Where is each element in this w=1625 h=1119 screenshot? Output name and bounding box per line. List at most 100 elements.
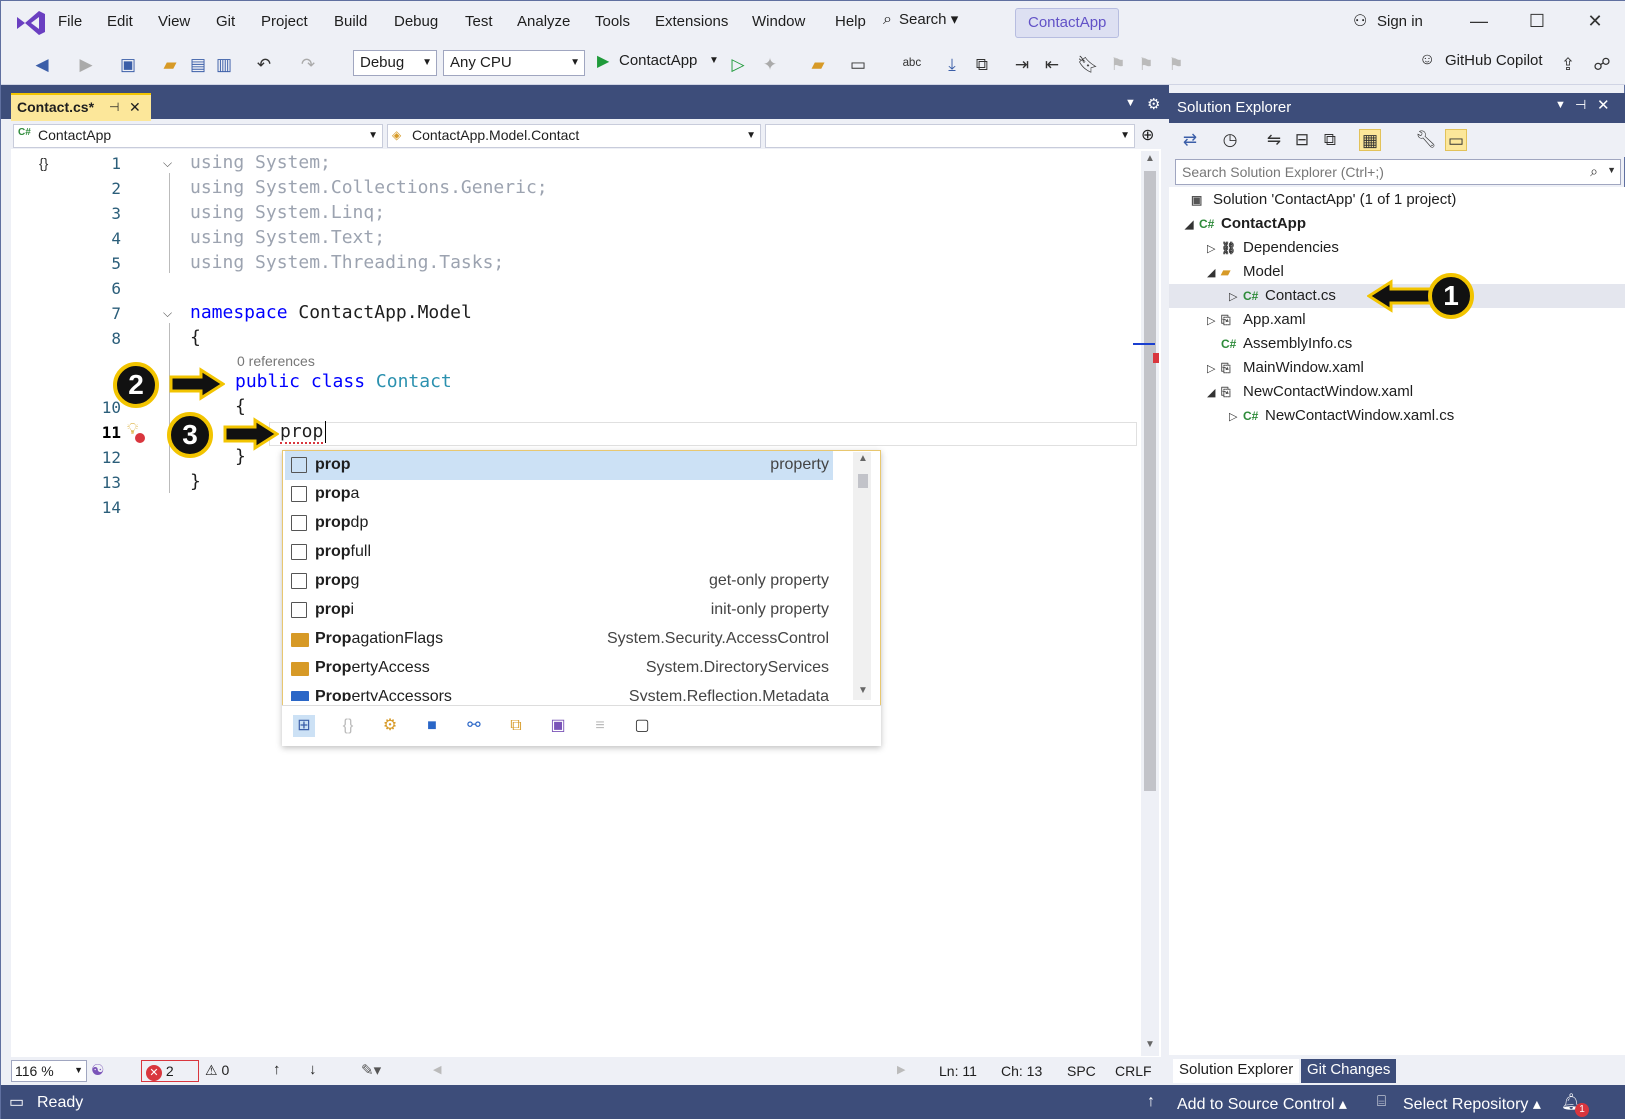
next-issue-icon[interactable]: ↓: [309, 1061, 317, 1078]
menu-help[interactable]: Help: [835, 13, 866, 30]
preview-icon[interactable]: ▭: [1445, 129, 1467, 151]
pin-icon[interactable]: ⊣: [109, 100, 119, 114]
output-icon[interactable]: ▭: [9, 1092, 24, 1112]
solution-explorer-search[interactable]: Search Solution Explorer (Ctrl+;) ⌕ ▼: [1175, 159, 1621, 185]
save-all-icon[interactable]: ▥: [213, 54, 235, 76]
open-file-icon[interactable]: ▰: [159, 54, 181, 76]
menu-debug[interactable]: Debug: [394, 13, 438, 30]
new-project-icon[interactable]: ▣: [117, 54, 139, 76]
menu-file[interactable]: File: [58, 13, 82, 30]
collapsed-icon[interactable]: ▷: [1207, 309, 1221, 333]
menu-test[interactable]: Test: [465, 13, 493, 30]
redo-icon[interactable]: ↷: [297, 54, 319, 76]
zoom-dropdown[interactable]: 116 % ▼: [11, 1060, 87, 1082]
maximize-icon[interactable]: ☐: [1523, 11, 1551, 35]
struct-filter-icon[interactable]: ■: [421, 715, 443, 737]
codelens-references[interactable]: 0 references: [237, 353, 315, 369]
preview-selected-icon[interactable]: ▦: [1359, 129, 1381, 151]
completion-item[interactable]: PropertyAccessors System.Reflection.Metad…: [285, 683, 833, 701]
tree-item-newcontactwindow[interactable]: ◢ ⎘ NewContactWindow.xaml: [1207, 380, 1413, 404]
panel-menu-icon[interactable]: ▼: [1555, 99, 1566, 111]
spell-check-icon[interactable]: ᵃᵇᶜ: [901, 54, 923, 76]
completion-item[interactable]: propg get-only property: [285, 567, 833, 596]
line-ending-indicator[interactable]: CRLF: [1115, 1063, 1152, 1079]
scroll-left-icon[interactable]: ◀: [433, 1063, 441, 1076]
menu-edit[interactable]: Edit: [107, 13, 133, 30]
member-dropdown[interactable]: ▼: [765, 124, 1135, 148]
browse-icon[interactable]: ▰: [807, 54, 829, 76]
platform-dropdown[interactable]: Any CPU ▼: [443, 50, 585, 76]
properties-icon[interactable]: 🔧︎: [1415, 129, 1437, 151]
code-cleanup-icon[interactable]: ✎▾: [361, 1061, 381, 1079]
collapsed-icon[interactable]: ▷: [1207, 237, 1221, 261]
expanded-icon[interactable]: ◢: [1207, 381, 1221, 405]
tree-item-assemblyinfo[interactable]: C# AssemblyInfo.cs: [1221, 332, 1352, 356]
completion-item[interactable]: propfull: [285, 538, 833, 567]
completion-item[interactable]: propi init-only property: [285, 596, 833, 625]
collapse-icon[interactable]: ⌵: [163, 306, 172, 321]
completion-item[interactable]: PropertyAccess System.DirectoryServices: [285, 654, 833, 683]
bookmark-icon[interactable]: 🔖︎: [1077, 54, 1099, 76]
namespace-filter-icon[interactable]: {}: [337, 715, 359, 737]
compare-icon[interactable]: ⧉: [971, 54, 993, 76]
scroll-down-icon[interactable]: ▼: [858, 685, 868, 696]
type-dropdown[interactable]: ◈ ContactApp.Model.Contact ▼: [387, 124, 761, 148]
class-filter-icon[interactable]: ⚙: [379, 715, 401, 737]
completion-item[interactable]: propa: [285, 480, 833, 509]
interface-filter-icon[interactable]: ⚯: [463, 715, 485, 737]
collapse-all-icon[interactable]: ⊟: [1291, 129, 1313, 151]
expanded-icon[interactable]: ◢: [1207, 261, 1221, 285]
clear-bookmark-icon[interactable]: ⚑: [1165, 54, 1187, 76]
pending-changes-filter-icon[interactable]: ◷: [1219, 129, 1241, 151]
tree-item-newcontactwindow-cs[interactable]: ▷ C# NewContactWindow.xaml.cs: [1229, 404, 1454, 428]
collapsed-icon[interactable]: ▷: [1207, 357, 1221, 381]
collapsed-icon[interactable]: ▷: [1229, 405, 1243, 429]
warnings-indicator[interactable]: ⚠ 0: [205, 1062, 229, 1079]
save-icon[interactable]: ▤: [187, 54, 209, 76]
minimize-icon[interactable]: —: [1465, 11, 1493, 35]
tree-item-model-folder[interactable]: ◢ ▰ Model: [1207, 260, 1284, 284]
close-window-icon[interactable]: ✕: [1581, 11, 1609, 35]
undo-icon[interactable]: ↶: [253, 54, 275, 76]
expander-filter-icon[interactable]: ⊞: [293, 715, 315, 737]
close-tab-icon[interactable]: ✕: [129, 99, 141, 116]
intellicode-icon[interactable]: ☯: [91, 1061, 104, 1079]
menu-git[interactable]: Git: [216, 13, 235, 30]
back-icon[interactable]: ◀: [31, 54, 53, 76]
menu-tools[interactable]: Tools: [595, 13, 630, 30]
step-icon[interactable]: ⤓: [941, 54, 963, 76]
hot-reload-icon[interactable]: ✦: [759, 54, 781, 76]
tab-solution-explorer[interactable]: Solution Explorer: [1173, 1059, 1300, 1083]
outdent-icon[interactable]: ⇤: [1041, 54, 1063, 76]
scrollbar-thumb[interactable]: [1144, 171, 1156, 791]
line-indicator[interactable]: Ln: 11: [939, 1063, 977, 1079]
layout-icon[interactable]: ▭: [847, 54, 869, 76]
errors-indicator[interactable]: ✕ 2: [141, 1060, 199, 1082]
start-debug-icon[interactable]: ▶: [597, 51, 609, 71]
forward-icon[interactable]: ▶: [75, 54, 97, 76]
add-to-source-control-button[interactable]: Add to Source Control ▴: [1177, 1094, 1347, 1114]
column-indicator[interactable]: Ch: 13: [1001, 1063, 1042, 1079]
intellisense-completion-list[interactable]: prop property propa propdp propfull propg…: [282, 450, 881, 746]
snippet-filter-icon[interactable]: ▢: [631, 715, 653, 737]
completion-scrollbar[interactable]: [853, 452, 871, 700]
chevron-down-icon[interactable]: ▼: [709, 55, 719, 66]
close-panel-icon[interactable]: ✕: [1597, 96, 1610, 114]
solution-name-badge[interactable]: ContactApp: [1015, 8, 1120, 38]
completion-scroll-thumb[interactable]: [858, 474, 868, 488]
previous-issue-icon[interactable]: ↑: [273, 1061, 281, 1078]
tree-item-app-xaml[interactable]: ▷ ⎘ App.xaml: [1207, 308, 1306, 332]
switch-views-icon[interactable]: ⇄: [1179, 129, 1201, 151]
whitespace-indicator[interactable]: SPC: [1067, 1063, 1096, 1079]
indent-icon[interactable]: ⇥: [1011, 54, 1033, 76]
tab-git-changes[interactable]: Git Changes: [1301, 1059, 1397, 1083]
tab-list-icon[interactable]: ▼: [1125, 97, 1136, 109]
tree-item-project[interactable]: ◢ C# ContactApp: [1185, 212, 1306, 236]
menu-build[interactable]: Build: [334, 13, 367, 30]
scroll-up-icon[interactable]: ▲: [1145, 153, 1155, 164]
tree-item-mainwindow[interactable]: ▷ ⎘ MainWindow.xaml: [1207, 356, 1364, 380]
menu-extensions[interactable]: Extensions: [655, 13, 728, 30]
delegate-filter-icon[interactable]: ▣: [547, 715, 569, 737]
github-copilot-button[interactable]: GitHub Copilot: [1445, 52, 1543, 69]
collapse-icon[interactable]: ⌵: [163, 156, 172, 171]
